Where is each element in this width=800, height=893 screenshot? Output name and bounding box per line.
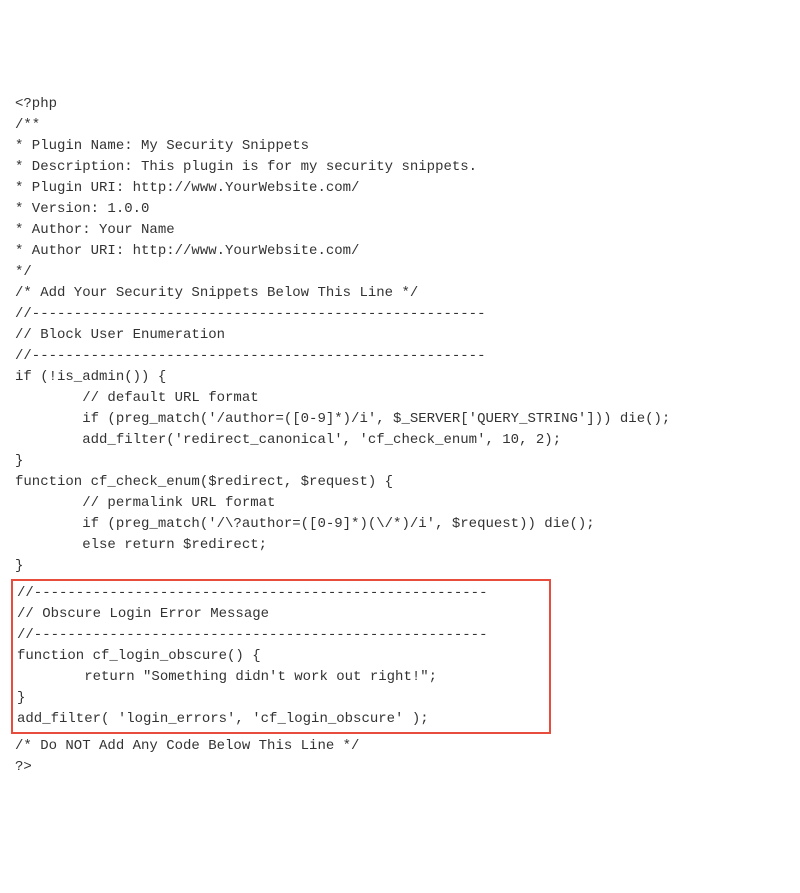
code-block: <?php/*** Plugin Name: My Security Snipp… xyxy=(15,94,785,778)
code-line: * Description: This plugin is for my sec… xyxy=(15,157,785,178)
code-line: } xyxy=(15,451,785,472)
code-line: return "Something didn't work out right!… xyxy=(17,667,545,688)
code-line: /* Do NOT Add Any Code Below This Line *… xyxy=(15,736,785,757)
code-line: function cf_check_enum($redirect, $reque… xyxy=(15,472,785,493)
code-line: //--------------------------------------… xyxy=(15,346,785,367)
code-line: //--------------------------------------… xyxy=(17,583,545,604)
code-line: // Obscure Login Error Message xyxy=(17,604,545,625)
code-line: // permalink URL format xyxy=(15,493,785,514)
code-line: if (preg_match('/author=([0-9]*)/i', $_S… xyxy=(15,409,785,430)
code-line: // Block User Enumeration xyxy=(15,325,785,346)
code-line: <?php xyxy=(15,94,785,115)
code-line: function cf_login_obscure() { xyxy=(17,646,545,667)
code-line: * Plugin URI: http://www.YourWebsite.com… xyxy=(15,178,785,199)
code-line: if (preg_match('/\?author=([0-9]*)(\/*)/… xyxy=(15,514,785,535)
code-line: //--------------------------------------… xyxy=(15,304,785,325)
code-line: * Author URI: http://www.YourWebsite.com… xyxy=(15,241,785,262)
code-line: // default URL format xyxy=(15,388,785,409)
code-line: /** xyxy=(15,115,785,136)
code-line: if (!is_admin()) { xyxy=(15,367,785,388)
code-line: * Author: Your Name xyxy=(15,220,785,241)
code-line: add_filter('redirect_canonical', 'cf_che… xyxy=(15,430,785,451)
code-line: add_filter( 'login_errors', 'cf_login_ob… xyxy=(17,709,545,730)
code-line: */ xyxy=(15,262,785,283)
code-line: * Plugin Name: My Security Snippets xyxy=(15,136,785,157)
code-line: //--------------------------------------… xyxy=(17,625,545,646)
code-line: } xyxy=(15,556,785,577)
code-line: ?> xyxy=(15,757,785,778)
highlighted-code-section: //--------------------------------------… xyxy=(11,579,551,734)
code-line: else return $redirect; xyxy=(15,535,785,556)
code-line: /* Add Your Security Snippets Below This… xyxy=(15,283,785,304)
code-line: * Version: 1.0.0 xyxy=(15,199,785,220)
